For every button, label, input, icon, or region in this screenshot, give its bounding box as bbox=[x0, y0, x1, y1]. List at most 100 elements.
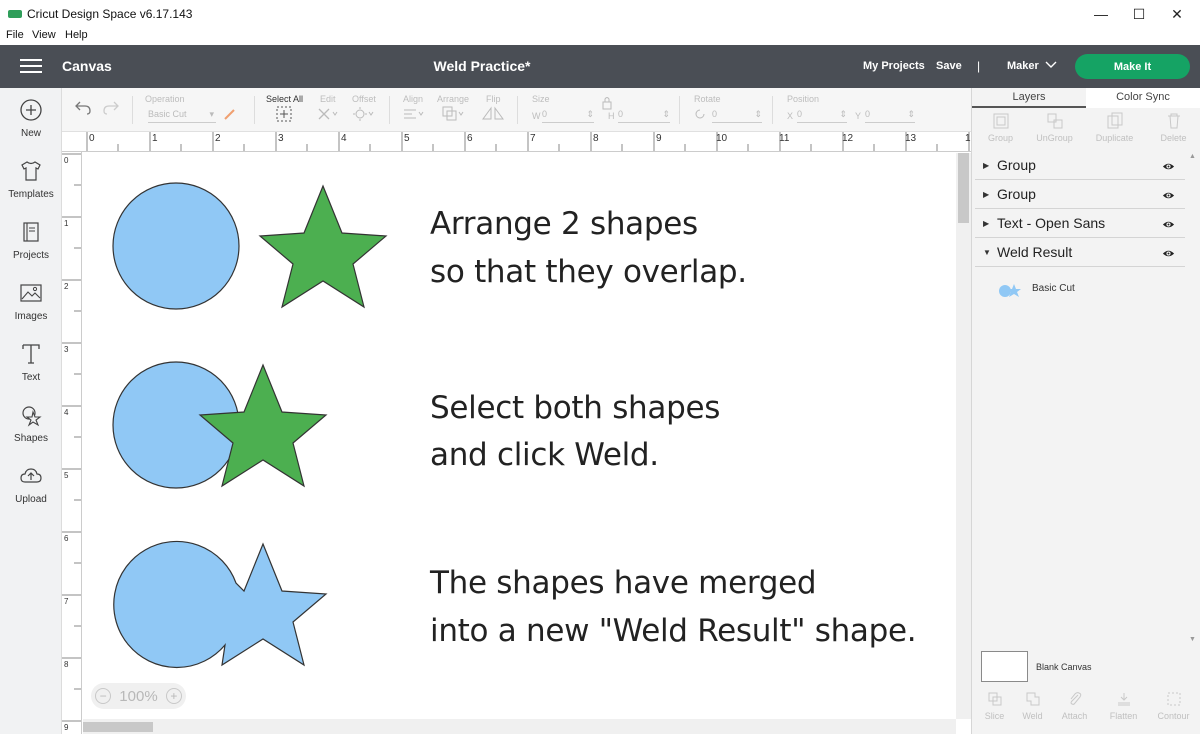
circle-shape[interactable] bbox=[112, 182, 240, 310]
scroll-down-icon[interactable]: ▼ bbox=[1189, 636, 1196, 643]
app-header: Canvas Weld Practice* My Projects Save |… bbox=[0, 45, 1200, 88]
position-label: Position bbox=[787, 94, 820, 104]
star-shape[interactable] bbox=[258, 184, 388, 309]
layer-row-group[interactable]: ▶ Group bbox=[975, 152, 1185, 180]
sidebar-item-label: Images bbox=[14, 311, 48, 322]
tab-color-sync[interactable]: Color Sync bbox=[1086, 88, 1200, 108]
menu-file[interactable]: File bbox=[6, 29, 24, 41]
expand-triangle-icon[interactable]: ▶ bbox=[983, 190, 989, 199]
sidebar-item-projects[interactable]: Projects bbox=[0, 214, 62, 274]
instruction-text: and click Weld. bbox=[430, 437, 659, 473]
ruler-label: 3 bbox=[64, 345, 69, 354]
zoom-in-icon[interactable]: + bbox=[165, 688, 182, 704]
sidebar-item-label: Projects bbox=[12, 250, 50, 261]
save-button[interactable]: Save bbox=[936, 60, 962, 72]
operation-label: Operation bbox=[145, 94, 185, 104]
horizontal-scrollbar[interactable] bbox=[83, 719, 956, 734]
vertical-scrollbar[interactable] bbox=[956, 153, 971, 719]
delete-button[interactable]: Delete bbox=[1145, 108, 1200, 150]
expand-triangle-icon[interactable]: ▶ bbox=[983, 219, 989, 228]
app-logo-icon bbox=[8, 10, 22, 18]
eye-icon[interactable] bbox=[1162, 247, 1175, 260]
zoom-control: − 100% + bbox=[91, 683, 186, 709]
zoom-out-icon[interactable]: − bbox=[95, 688, 112, 704]
select-all-label: Select All bbox=[266, 94, 304, 104]
blank-canvas-swatch[interactable] bbox=[981, 651, 1028, 682]
select-all-icon[interactable] bbox=[276, 106, 292, 122]
group-button[interactable]: Group bbox=[972, 108, 1029, 150]
pen-color-icon[interactable] bbox=[222, 106, 238, 122]
sidebar-item-templates[interactable]: Templates bbox=[0, 153, 62, 213]
eye-icon[interactable] bbox=[1162, 189, 1175, 202]
sublayer-basic-cut[interactable]: Basic Cut bbox=[997, 280, 1177, 300]
ruler-label: 2 bbox=[215, 133, 221, 144]
layer-name: Weld Result bbox=[997, 244, 1073, 260]
chevron-down-icon[interactable] bbox=[1045, 58, 1057, 73]
tab-layers[interactable]: Layers bbox=[972, 88, 1086, 108]
flatten-icon bbox=[1117, 693, 1130, 706]
group-icon bbox=[993, 113, 1008, 129]
ruler-label: 0 bbox=[89, 133, 95, 144]
eye-icon[interactable] bbox=[1162, 160, 1175, 173]
close-button[interactable]: ✕ bbox=[1154, 0, 1200, 28]
flip-label: Flip bbox=[486, 94, 501, 104]
y-input[interactable]: 0 ⇕ bbox=[865, 109, 915, 123]
rotate-input[interactable]: 0 ⇕ bbox=[712, 109, 762, 123]
align-icon[interactable] bbox=[403, 106, 425, 122]
layer-name: Text - Open Sans bbox=[997, 215, 1106, 231]
menu-bar: File View Help bbox=[0, 28, 1200, 45]
duplicate-button[interactable]: Duplicate bbox=[1086, 108, 1143, 150]
ruler-label: 0 bbox=[64, 156, 69, 165]
layers-scrollbar[interactable]: ▲ ▼ bbox=[1186, 153, 1200, 643]
sidebar-item-text[interactable]: Text bbox=[0, 336, 62, 396]
header-divider: | bbox=[977, 59, 981, 73]
menu-view[interactable]: View bbox=[32, 29, 56, 41]
scroll-up-icon[interactable]: ▲ bbox=[1189, 153, 1196, 160]
arrange-label: Arrange bbox=[437, 94, 470, 104]
width-input[interactable]: 0 ⇕ bbox=[542, 109, 594, 123]
machine-select[interactable]: Maker bbox=[1007, 60, 1039, 72]
stepper-icon: ⇕ bbox=[754, 109, 762, 119]
design-canvas[interactable]: Arrange 2 shapes so that they overlap. S… bbox=[83, 153, 956, 719]
sidebar-item-images[interactable]: Images bbox=[0, 275, 62, 335]
scissors-icon[interactable] bbox=[316, 106, 338, 122]
align-label: Align bbox=[403, 94, 424, 104]
my-projects-link[interactable]: My Projects bbox=[863, 60, 925, 72]
sidebar-item-new[interactable]: New bbox=[0, 92, 62, 152]
lock-icon[interactable] bbox=[601, 96, 613, 110]
operation-select-value: Basic Cut bbox=[148, 109, 187, 119]
vertical-ruler: 0 1 2 3 4 5 6 7 8 9 bbox=[62, 152, 82, 734]
sidebar-item-upload[interactable]: Upload bbox=[0, 458, 62, 518]
x-input[interactable]: 0 ⇕ bbox=[797, 109, 847, 123]
image-icon bbox=[20, 284, 42, 302]
flip-icon[interactable] bbox=[482, 106, 508, 122]
scroll-thumb[interactable] bbox=[83, 722, 153, 732]
weld-result-shape[interactable] bbox=[113, 540, 328, 669]
ruler-label: 4 bbox=[341, 133, 347, 144]
width-label: W bbox=[532, 111, 541, 121]
sidebar-item-shapes[interactable]: Shapes bbox=[0, 397, 62, 457]
weld-button[interactable]: Weld bbox=[1010, 689, 1055, 729]
menu-help[interactable]: Help bbox=[65, 29, 88, 41]
layer-row-weld-result[interactable]: ▼ Weld Result bbox=[975, 239, 1185, 267]
offset-icon[interactable] bbox=[352, 106, 374, 122]
y-label: Y bbox=[855, 111, 862, 121]
instruction-text: Select both shapes bbox=[430, 390, 721, 426]
operation-select[interactable]: Basic Cut ▾ bbox=[148, 109, 216, 123]
flatten-button[interactable]: Flatten bbox=[1101, 689, 1146, 729]
collapse-triangle-icon[interactable]: ▼ bbox=[983, 248, 991, 257]
layer-row-group[interactable]: ▶ Group bbox=[975, 181, 1185, 209]
make-it-button[interactable]: Make It bbox=[1075, 54, 1190, 79]
eye-icon[interactable] bbox=[1162, 218, 1175, 231]
height-input[interactable]: 0 ⇕ bbox=[618, 109, 670, 123]
ungroup-button[interactable]: UnGroup bbox=[1026, 108, 1083, 150]
expand-triangle-icon[interactable]: ▶ bbox=[983, 161, 989, 170]
arrange-icon[interactable] bbox=[442, 106, 466, 122]
attach-button[interactable]: Attach bbox=[1052, 689, 1097, 729]
contour-button[interactable]: Contour bbox=[1151, 689, 1196, 729]
layer-row-text[interactable]: ▶ Text - Open Sans bbox=[975, 210, 1185, 238]
instruction-text: so that they overlap. bbox=[430, 254, 747, 290]
scroll-thumb[interactable] bbox=[958, 153, 969, 223]
undo-icon[interactable] bbox=[74, 100, 92, 116]
redo-icon[interactable] bbox=[102, 100, 120, 116]
